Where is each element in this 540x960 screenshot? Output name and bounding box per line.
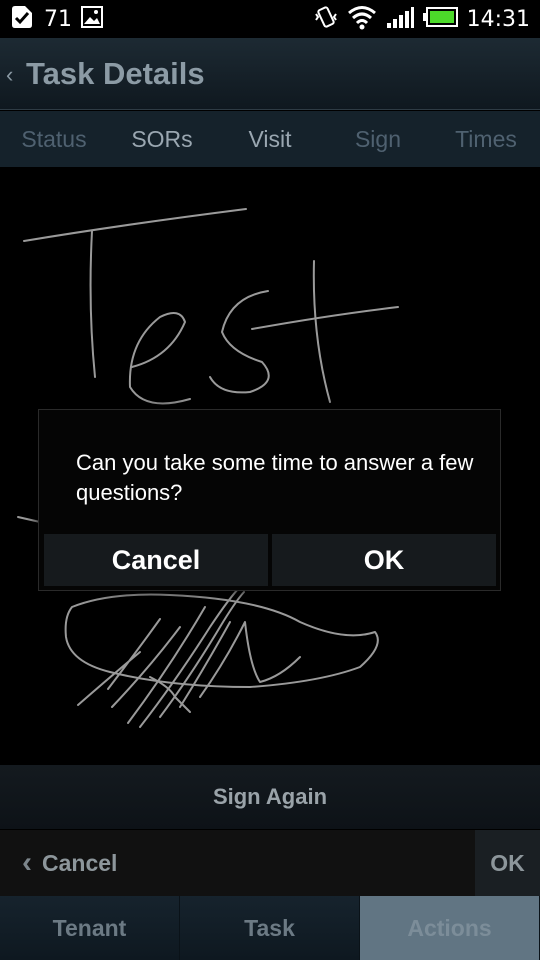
status-bar-right: 14:31	[313, 5, 530, 33]
signal-icon	[385, 4, 415, 35]
footer-tabs: Tenant Task Actions	[0, 896, 540, 960]
dialog-cancel-button[interactable]: Cancel	[44, 534, 268, 586]
battery-icon	[422, 6, 459, 33]
footer-tab-actions[interactable]: Actions	[360, 896, 540, 960]
tab-visit[interactable]: Visit	[216, 111, 324, 167]
footer-tab-task[interactable]: Task	[180, 896, 360, 960]
cancel-button-label: Cancel	[42, 849, 118, 876]
dialog-buttons: Cancel OK	[44, 534, 496, 586]
vibrate-icon	[313, 4, 339, 35]
tab-status[interactable]: Status	[0, 111, 108, 167]
status-bar-left: 71	[8, 5, 104, 33]
survey-dialog: Can you take some time to answer a few q…	[38, 409, 501, 591]
dialog-ok-button[interactable]: OK	[272, 534, 496, 586]
tab-sign[interactable]: Sign	[324, 111, 432, 167]
image-notification-icon	[80, 5, 104, 34]
tab-sors[interactable]: SORs	[108, 111, 216, 167]
clock: 14:31	[466, 6, 530, 32]
wifi-icon	[347, 4, 377, 35]
chevron-left-icon: ‹	[22, 846, 32, 879]
page-title[interactable]: Task Details	[26, 56, 205, 92]
status-bar: 71 14:31	[0, 0, 540, 38]
ok-button[interactable]: OK	[475, 830, 540, 896]
sign-again-button[interactable]: Sign Again	[0, 765, 540, 829]
cancel-button[interactable]: ‹ Cancel	[0, 830, 474, 896]
dialog-message: Can you take some time to answer a few q…	[76, 450, 474, 505]
footer-tab-tenant[interactable]: Tenant	[0, 896, 180, 960]
tab-times[interactable]: Times	[432, 111, 540, 167]
back-chevron-icon[interactable]: ‹	[6, 62, 13, 88]
bottom-action-bar: ‹ Cancel OK	[0, 830, 540, 896]
check-notification-icon	[8, 3, 36, 36]
detail-tabs: Status SORs Visit Sign Times	[0, 111, 540, 167]
notification-count: 71	[44, 6, 72, 32]
title-bar: ‹ Task Details	[0, 38, 540, 110]
